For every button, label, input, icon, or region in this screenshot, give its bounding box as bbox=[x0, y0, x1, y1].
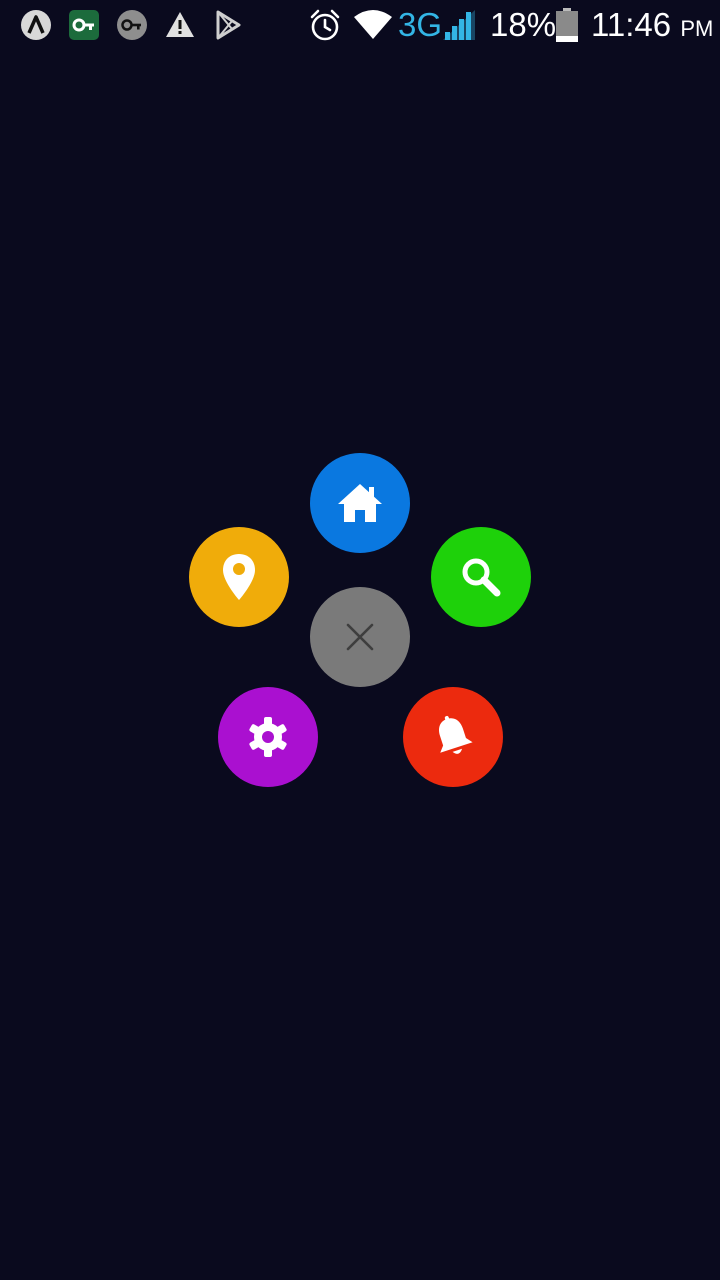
key-icon bbox=[115, 8, 149, 42]
clock-am-pm: PM bbox=[680, 16, 714, 41]
clock: 11:46 PM bbox=[591, 6, 713, 48]
battery-percent: 18% bbox=[490, 6, 557, 43]
bell-icon bbox=[439, 715, 473, 754]
gear-icon bbox=[249, 717, 287, 757]
battery-icon bbox=[553, 8, 581, 42]
wifi-icon bbox=[353, 8, 393, 42]
status-bar: 3G 18% 11:46 PM bbox=[0, 0, 720, 50]
network-type: 3G bbox=[398, 6, 443, 43]
clock-time: 11:46 bbox=[591, 6, 672, 43]
close-icon bbox=[346, 623, 374, 651]
location-button[interactable] bbox=[189, 527, 289, 627]
close-button[interactable] bbox=[310, 587, 410, 687]
warning-icon bbox=[163, 8, 197, 42]
vpn-key-icon bbox=[67, 8, 101, 42]
settings-button[interactable] bbox=[218, 687, 318, 787]
search-button[interactable] bbox=[431, 527, 531, 627]
notifications-button[interactable] bbox=[403, 687, 503, 787]
play-store-icon bbox=[211, 8, 245, 42]
alarm-icon bbox=[308, 8, 342, 42]
home-button[interactable] bbox=[310, 453, 410, 553]
location-pin-icon bbox=[223, 554, 255, 600]
search-icon bbox=[462, 558, 501, 597]
clock-time-gap bbox=[671, 6, 680, 43]
signal-icon bbox=[441, 8, 477, 42]
app-launcher-icon bbox=[19, 8, 53, 42]
home-icon bbox=[338, 484, 382, 522]
